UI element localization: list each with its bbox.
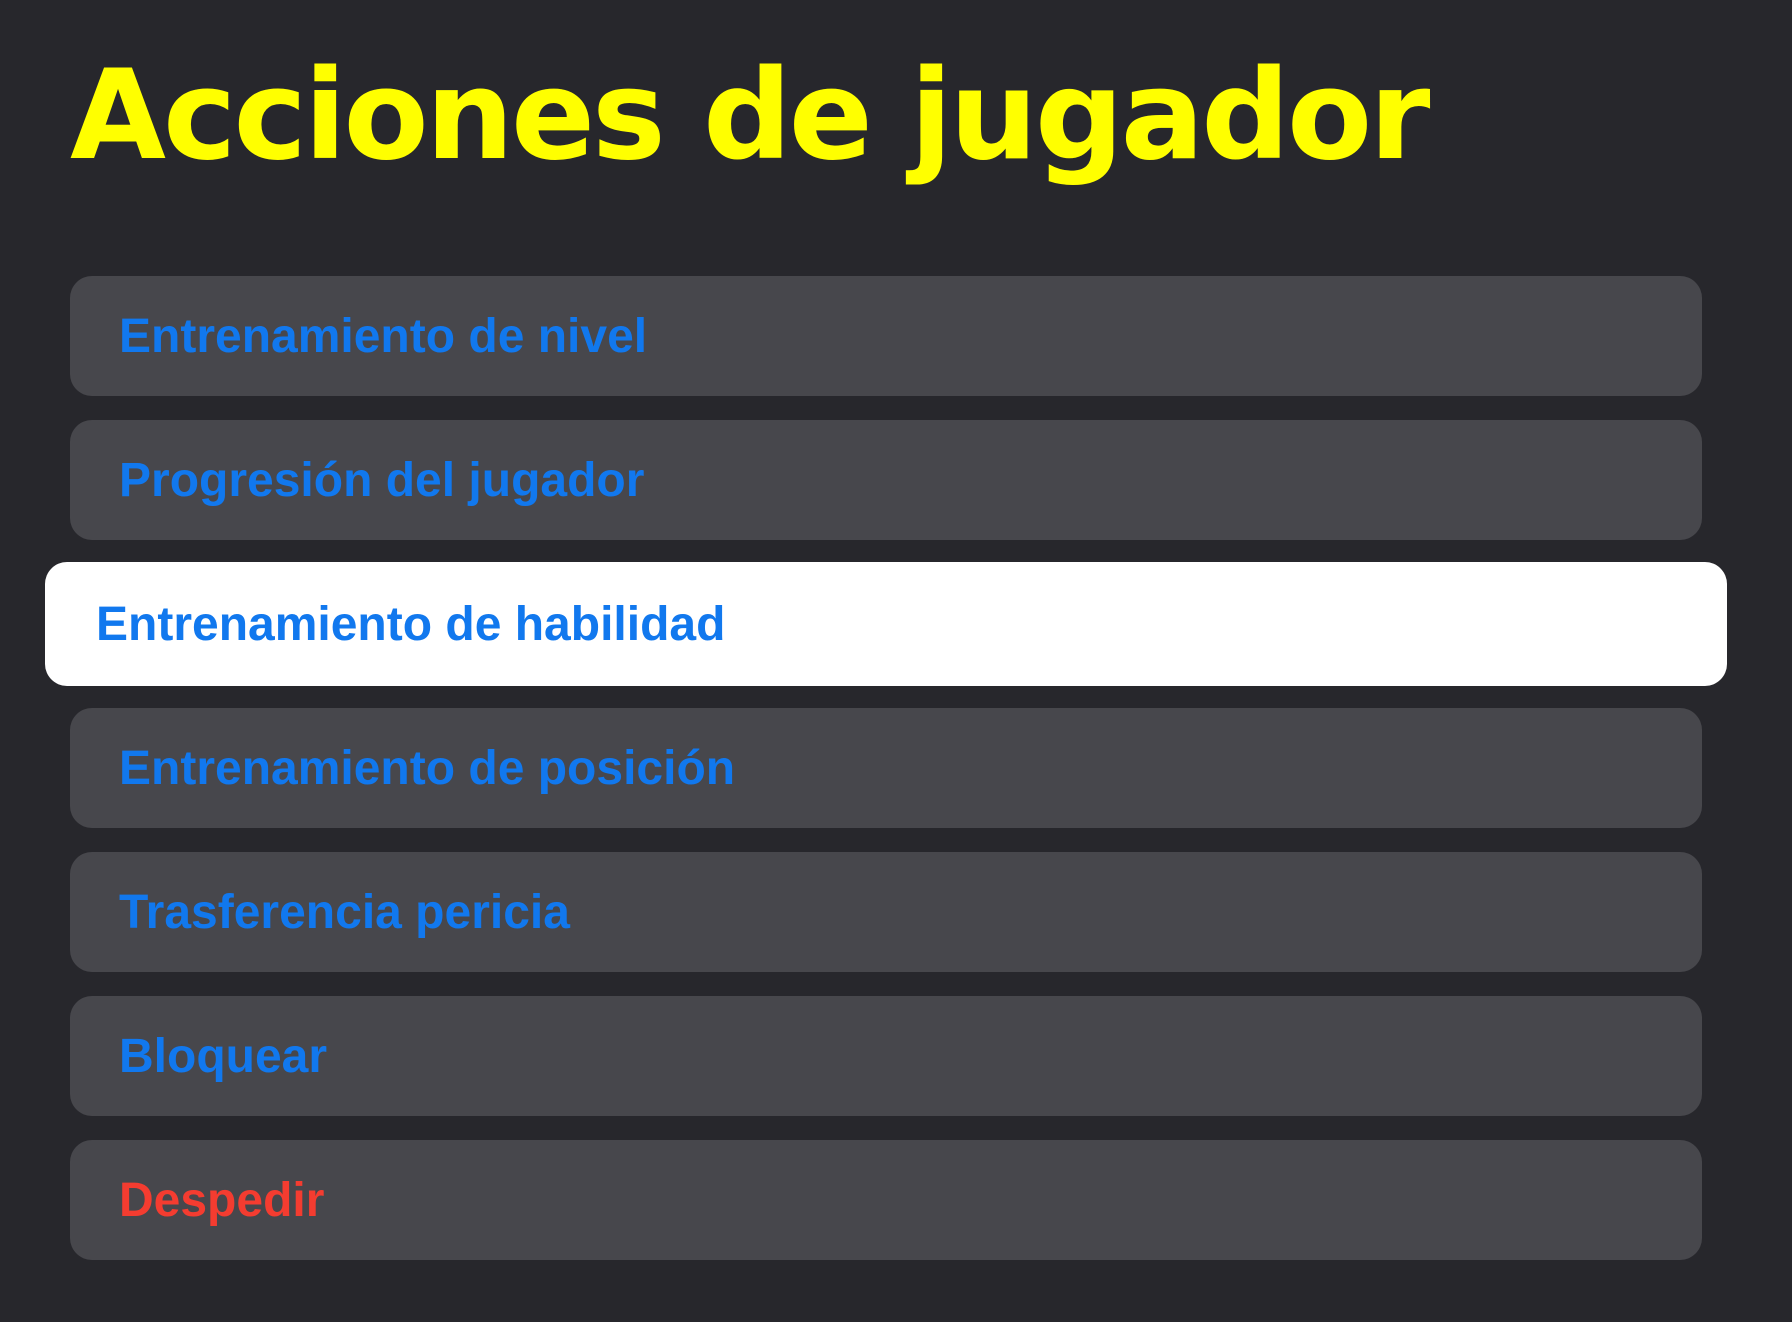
menu-item-label: Bloquear	[119, 1029, 328, 1083]
menu-item-label: Entrenamiento de nivel	[119, 309, 648, 363]
menu-item-position-training[interactable]: Entrenamiento de posición	[70, 708, 1702, 828]
actions-menu: Entrenamiento de nivel Progresión del ju…	[0, 0, 1792, 1322]
menu-item-level-training[interactable]: Entrenamiento de nivel	[70, 276, 1702, 396]
menu-item-label: Entrenamiento de posición	[119, 741, 736, 795]
menu-item-label: Trasferencia pericia	[119, 885, 570, 939]
player-actions-screen: Acciones de jugador Entrenamiento de niv…	[0, 0, 1792, 1322]
menu-item-label: Despedir	[119, 1173, 325, 1227]
menu-item-player-progression[interactable]: Progresión del jugador	[70, 420, 1702, 540]
menu-item-label: Entrenamiento de habilidad	[96, 597, 726, 651]
menu-item-expertise-transfer[interactable]: Trasferencia pericia	[70, 852, 1702, 972]
menu-item-dismiss[interactable]: Despedir	[70, 1140, 1702, 1260]
menu-item-skill-training[interactable]: Entrenamiento de habilidad	[45, 562, 1727, 686]
menu-item-label: Progresión del jugador	[119, 453, 645, 507]
menu-item-block[interactable]: Bloquear	[70, 996, 1702, 1116]
